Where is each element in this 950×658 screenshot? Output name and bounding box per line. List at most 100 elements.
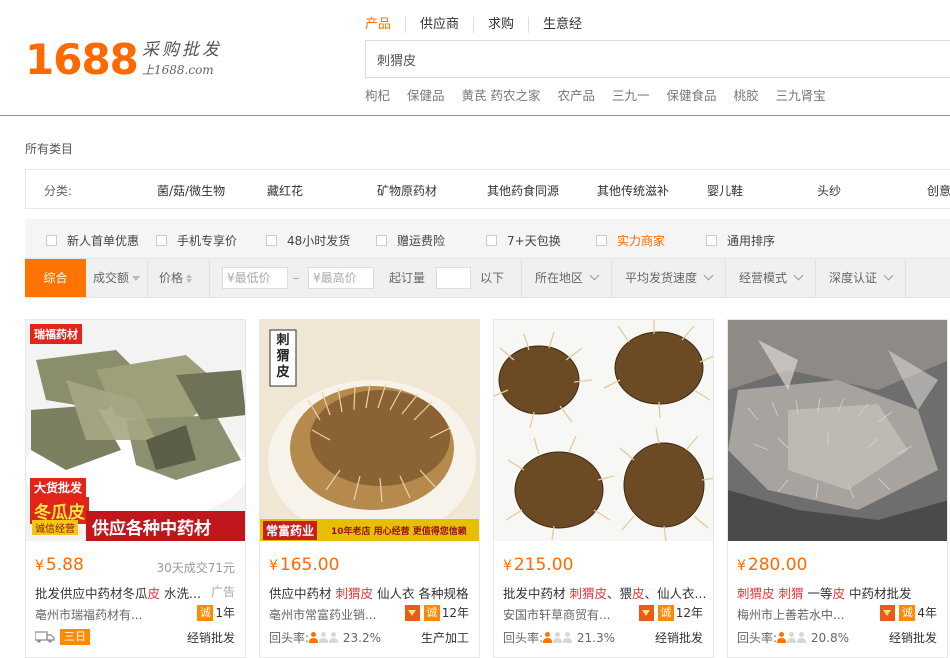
caret-down-icon (132, 276, 141, 281)
site-header: 1688 采购批发 上1688.com 产品 供应商 求购 生意经 枸杞 保健品… (0, 0, 950, 116)
product-card[interactable]: 刺猬皮 常富药业 10年老店 用心经营 更值得您信赖 ¥165.00 供应中药材… (259, 319, 480, 658)
chevron-down-icon (883, 270, 894, 281)
category-item[interactable]: 藏红花 (267, 182, 303, 199)
person-icon (553, 632, 563, 643)
checkbox[interactable] (46, 235, 57, 246)
filter-biz-mode[interactable]: 经营模式 (739, 259, 804, 297)
checkbox[interactable] (156, 235, 167, 246)
filter-bar: 新人首单优惠 手机专享价 48小时发货 赠运费险 7+天包换 实力商家 通用排序 (25, 219, 950, 258)
tab-business[interactable]: 生意经 (528, 17, 596, 33)
filter-region[interactable]: 所在地区 (535, 259, 600, 297)
trade-assurance-icon (638, 604, 654, 621)
category-item[interactable]: 菌/菇/微生物 (157, 182, 225, 199)
category-label: 分类: (44, 184, 73, 198)
currency-symbol: ¥ (737, 558, 746, 574)
product-title[interactable]: 刺猬皮 刺猬 一等皮 中药材批发 (737, 583, 942, 602)
chevron-down-icon (589, 270, 600, 281)
search-box (365, 40, 950, 78)
title-text: 中药材批发 (845, 586, 912, 601)
rate-value: 21.3% (576, 631, 615, 645)
product-image[interactable] (728, 320, 947, 541)
seller-badges: 诚 4年 (880, 604, 937, 621)
sort-general[interactable]: 综合 (25, 259, 86, 297)
search-input[interactable] (366, 41, 950, 77)
category-item[interactable]: 其他药食同源 (487, 182, 559, 199)
checkbox[interactable] (596, 235, 607, 246)
title-keyword: 刺猬皮 (737, 586, 775, 601)
company-name[interactable]: 亳州市常富药业销... (269, 606, 379, 623)
filter-48h-ship[interactable]: 48小时发货 (266, 232, 350, 249)
product-card[interactable]: ¥280.00 刺猬皮 刺猬 一等皮 中药材批发 梅州市上善若水中... 诚 4年… (727, 319, 948, 658)
sort-volume[interactable]: 成交额 (93, 259, 141, 297)
image-banner-bulk: 大货批发 (30, 478, 87, 497)
company-name[interactable]: 安国市轩草商贸有... (503, 606, 613, 623)
trade-assurance-icon (404, 604, 420, 621)
category-item[interactable]: 头纱 (817, 182, 841, 199)
business-type: 生产加工 (420, 631, 469, 645)
hot-word[interactable]: 三九肾宝 (776, 85, 826, 104)
category-item[interactable]: 矿物原药材 (377, 182, 437, 199)
hot-word[interactable]: 黄芪 药农之家 (462, 85, 541, 104)
product-card[interactable]: ¥215.00 批发中药材 刺猬皮、猥皮、仙人衣... 安国市轩草商贸有... … (493, 319, 714, 658)
sort-price[interactable]: 价格 (159, 259, 193, 297)
seller-years: 12年 (441, 606, 469, 620)
title-text: 批发供应中药材冬瓜 (35, 586, 148, 601)
product-image[interactable]: 瑞福药材 大货批发 冬瓜皮 诚信经营 供应各种中药材 (26, 320, 245, 541)
business-type: 经销批发 (186, 631, 235, 645)
hot-word[interactable]: 农产品 (558, 85, 596, 104)
filter-label: 实力商家 (617, 234, 666, 248)
company-name[interactable]: 亳州市瑞福药材有... (35, 606, 170, 623)
image-label: 刺猬皮 (276, 333, 290, 380)
filter-freight-insurance[interactable]: 赠运费险 (376, 232, 445, 249)
checkbox[interactable] (486, 235, 497, 246)
filter-ship-speed[interactable]: 平均发货速度 (625, 259, 714, 297)
filter-general-sort[interactable]: 通用排序 (706, 232, 775, 249)
checkbox[interactable] (706, 235, 717, 246)
title-text: 水洗... (160, 586, 201, 601)
product-title[interactable]: 供应中药材 刺猬皮 仙人衣 各种规格 (269, 583, 474, 602)
rate-value: 20.8% (810, 631, 849, 645)
product-title[interactable]: 批发供应中药材冬瓜皮 水洗... (35, 583, 210, 602)
checkbox[interactable] (266, 235, 277, 246)
filter-certification[interactable]: 深度认证 (829, 259, 894, 297)
tab-products[interactable]: 产品 (365, 17, 405, 33)
category-item[interactable]: 婴儿鞋 (707, 182, 743, 199)
filter-new-user[interactable]: 新人首单优惠 (46, 232, 139, 249)
price-value: 5.88 (45, 555, 84, 575)
logo-cn-text: 采购批发 (142, 40, 222, 60)
hot-word[interactable]: 保健食品 (667, 85, 717, 104)
product-card[interactable]: 瑞福药材 大货批发 冬瓜皮 诚信经营 供应各种中药材 ¥5.88 30天成交71… (25, 319, 246, 658)
site-logo[interactable]: 1688 采购批发 上1688.com (25, 38, 219, 82)
max-price-input[interactable]: ¥最高价 (308, 267, 374, 289)
shop-label: 瑞福药材 (30, 324, 82, 344)
filter-power-merchant[interactable]: 实力商家 (596, 232, 665, 249)
currency-symbol: ¥ (35, 558, 44, 574)
min-price-input[interactable]: ¥最低价 (222, 267, 288, 289)
tab-buying[interactable]: 求购 (473, 17, 528, 33)
rate-label: 回头率: (737, 631, 778, 645)
repurchase-rate: 回头率: 20.8% (737, 629, 849, 646)
tab-suppliers[interactable]: 供应商 (405, 17, 473, 33)
hot-word[interactable]: 桃胶 (734, 85, 759, 104)
product-title[interactable]: 批发中药材 刺猬皮、猥皮、仙人衣... (503, 583, 708, 602)
image-banner-shop: 常富药业 (263, 521, 318, 540)
filter-7day-exchange[interactable]: 7+天包换 (486, 232, 561, 249)
delivery-tag: 三日 (60, 629, 90, 645)
product-price: ¥165.00 (269, 555, 339, 575)
category-item[interactable]: 其他传统滋补 (597, 182, 669, 199)
all-categories-link[interactable]: 所有类目 (25, 140, 73, 157)
title-keyword: 皮 (632, 586, 645, 601)
category-item[interactable]: 创意 (927, 182, 950, 199)
product-image[interactable] (494, 320, 713, 541)
rate-value: 23.2% (342, 631, 381, 645)
filter-mobile-price[interactable]: 手机专享价 (156, 232, 237, 249)
moq-input[interactable] (436, 267, 471, 289)
title-keyword: 刺猬皮 (335, 586, 373, 601)
product-image[interactable]: 刺猬皮 常富药业 10年老店 用心经营 更值得您信赖 (260, 320, 479, 541)
sort-volume-label: 成交额 (93, 271, 130, 285)
hot-word[interactable]: 保健品 (407, 85, 445, 104)
checkbox[interactable] (376, 235, 387, 246)
hot-word[interactable]: 三九一 (612, 85, 650, 104)
hot-word[interactable]: 枸杞 (365, 85, 390, 104)
company-name[interactable]: 梅州市上善若水中... (737, 606, 847, 623)
